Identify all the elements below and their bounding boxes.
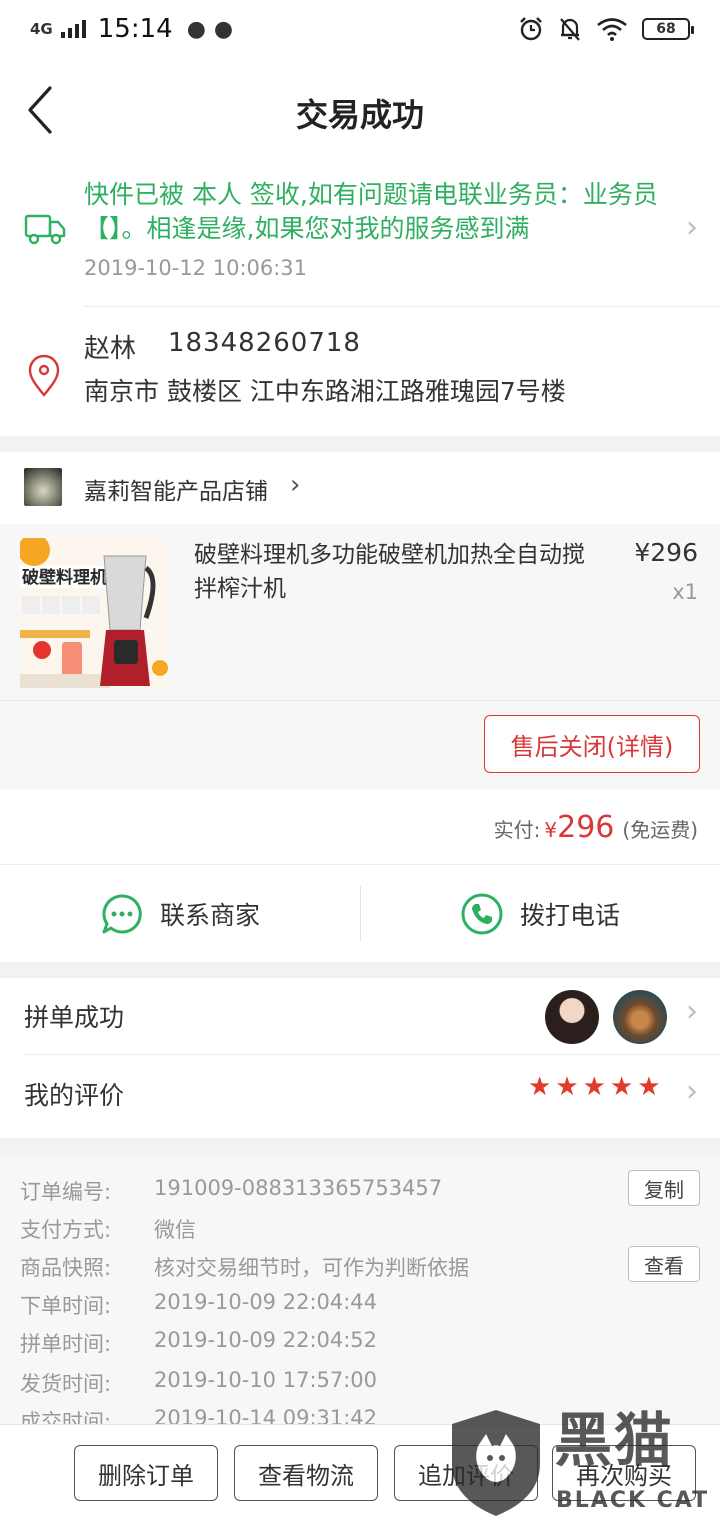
page-title: 交易成功 xyxy=(295,96,424,134)
watermark-cn-text: 黑猫 xyxy=(554,1406,675,1474)
payment-label: 实付: xyxy=(493,818,541,842)
divider xyxy=(24,1054,720,1055)
section-gap xyxy=(0,1138,720,1156)
payment-method-row: 支付方式: 微信 xyxy=(0,1208,720,1246)
my-review-label: 我的评价 xyxy=(24,1081,125,1110)
my-review-row[interactable]: 我的评价 ★ ★ ★ ★ ★ › xyxy=(0,1056,720,1132)
order-time-row: 下单时间: 2019-10-09 22:04:44 xyxy=(0,1284,720,1322)
group-success-row[interactable]: 拼单成功 › xyxy=(0,978,720,1054)
star-icon: ★ xyxy=(637,1072,661,1102)
payment-summary: 实付: ¥ 296 (免运费) xyxy=(0,792,720,864)
status-left: 4G 15:14 ● ● xyxy=(30,14,233,44)
star-icon: ★ xyxy=(528,1072,552,1102)
shipping-note: (免运费) xyxy=(622,818,698,842)
call-button[interactable]: 拨打电话 xyxy=(360,866,720,962)
copy-button[interactable]: 复制 xyxy=(628,1170,700,1206)
battery-icon: 68 xyxy=(642,18,694,40)
wifi-icon xyxy=(597,18,627,41)
deal-time-key: 成交时间: xyxy=(20,1410,112,1424)
payment-amount: 296 xyxy=(557,810,615,845)
star-icon: ★ xyxy=(555,1072,579,1102)
divider xyxy=(0,864,720,865)
divider xyxy=(0,700,720,701)
cat-shield-icon xyxy=(452,1410,540,1516)
message-icon: ● xyxy=(186,16,206,42)
order-info: 订单编号: 191009-088313365753457 复制 支付方式: 微信… xyxy=(0,1156,720,1424)
snapshot-value: 核对交易细节时，可作为判断依据 xyxy=(154,1256,469,1280)
signal-icon xyxy=(60,20,86,38)
contact-merchant-label: 联系商家 xyxy=(159,901,260,930)
location-pin-icon xyxy=(28,354,60,397)
shop-name: 嘉莉智能产品店铺 xyxy=(84,479,268,505)
contact-bar: 联系商家 拨打电话 xyxy=(0,866,720,962)
order-number-key: 订单编号: xyxy=(20,1180,112,1204)
wechat-icon: ● xyxy=(213,16,234,42)
order-time-key: 下单时间: xyxy=(20,1294,112,1318)
blackcat-watermark: 黑猫 BLACK CAT xyxy=(446,1404,716,1520)
recipient-phone: 18348260718 xyxy=(168,328,361,358)
delete-order-button[interactable]: 删除订单 xyxy=(74,1445,218,1501)
payment-method-value: 微信 xyxy=(154,1218,196,1242)
view-snapshot-button[interactable]: 查看 xyxy=(628,1246,700,1282)
group-time-value: 2019-10-09 22:04:52 xyxy=(154,1328,378,1352)
address-card: 赵林 18348260718 南京市 鼓楼区 江中东路湘江路雅瑰园7号楼 xyxy=(0,308,720,436)
order-number-row: 订单编号: 191009-088313365753457 复制 xyxy=(0,1170,720,1208)
section-gap xyxy=(0,436,720,452)
logistics-time: 2019-10-12 10:06:31 xyxy=(84,256,308,280)
chevron-right-icon: › xyxy=(686,1074,698,1109)
blender-illustration: 破壁料理机 xyxy=(20,538,168,688)
order-number-value: 191009-088313365753457 xyxy=(154,1176,443,1200)
after-sale-button[interactable]: 售后关闭(详情) xyxy=(484,715,700,773)
product-image-text: 破壁料理机 xyxy=(22,567,107,588)
avatar xyxy=(613,990,667,1044)
network-type: 4G xyxy=(30,20,53,38)
divider xyxy=(84,306,720,307)
phone-icon xyxy=(461,893,503,935)
review-stars: ★ ★ ★ ★ ★ xyxy=(528,1072,661,1102)
payment-currency: ¥ xyxy=(544,818,558,842)
recipient-name: 赵林 xyxy=(84,334,137,364)
logistics-message: 快件已被 本人 签收,如有问题请电联业务员：业务员【】。相逢是缘,如果您对我的服… xyxy=(84,180,658,243)
payment-method-key: 支付方式: xyxy=(20,1218,112,1242)
group-time-row: 拼单时间: 2019-10-09 22:04:52 xyxy=(0,1322,720,1360)
status-right: 68 xyxy=(518,16,694,42)
snapshot-row: 商品快照: 核对交易细节时，可作为判断依据 查看 xyxy=(0,1246,720,1284)
product-quantity: x1 xyxy=(672,580,698,604)
group-time-key: 拼单时间: xyxy=(20,1332,112,1356)
shop-logo xyxy=(24,468,62,506)
ship-time-value: 2019-10-10 17:57:00 xyxy=(154,1368,378,1392)
mute-icon xyxy=(560,18,580,41)
call-label: 拨打电话 xyxy=(519,901,620,930)
ship-time-row: 发货时间: 2019-10-10 17:57:00 xyxy=(0,1362,720,1400)
shop-row[interactable]: 嘉莉智能产品店铺 › xyxy=(0,452,720,524)
watermark-en-text: BLACK CAT xyxy=(556,1488,710,1513)
chevron-right-icon: › xyxy=(686,210,698,245)
group-success-label: 拼单成功 xyxy=(24,1003,125,1032)
deal-time-value: 2019-10-14 09:31:42 xyxy=(154,1406,378,1424)
truck-icon xyxy=(24,214,66,245)
logistics-card[interactable]: 快件已被 本人 签收,如有问题请电联业务员：业务员【】。相逢是缘,如果您对我的服… xyxy=(0,170,720,306)
chat-bubble-icon xyxy=(102,894,142,934)
product-price: ¥296 xyxy=(634,538,698,567)
product-image[interactable]: 破壁料理机 xyxy=(20,538,168,688)
avatar xyxy=(545,990,599,1044)
status-time: 15:14 xyxy=(97,14,173,44)
alarm-icon xyxy=(520,17,542,41)
order-time-value: 2019-10-09 22:04:44 xyxy=(154,1290,378,1314)
ship-time-key: 发货时间: xyxy=(20,1372,112,1396)
header: 交易成功 xyxy=(0,64,720,158)
section-gap xyxy=(0,962,720,978)
product-card[interactable]: 破壁料理机 破壁料理机多功能破壁机加热全自动搅拌榨汁机 ¥296 x1 售后关闭… xyxy=(0,524,720,790)
status-bar: 4G 15:14 ● ● 68 xyxy=(0,0,720,64)
product-name: 破壁料理机多功能破壁机加热全自动搅拌榨汁机 xyxy=(194,542,585,602)
view-logistics-button[interactable]: 查看物流 xyxy=(234,1445,378,1501)
chevron-right-icon: › xyxy=(290,470,301,500)
recipient-address: 南京市 鼓楼区 江中东路湘江路雅瑰园7号楼 xyxy=(84,377,566,406)
contact-merchant-button[interactable]: 联系商家 xyxy=(0,866,360,962)
star-icon: ★ xyxy=(609,1072,634,1102)
star-icon: ★ xyxy=(582,1072,606,1102)
battery-level: 68 xyxy=(656,21,676,37)
snapshot-key: 商品快照: xyxy=(20,1256,112,1280)
chevron-right-icon: › xyxy=(686,994,698,1029)
